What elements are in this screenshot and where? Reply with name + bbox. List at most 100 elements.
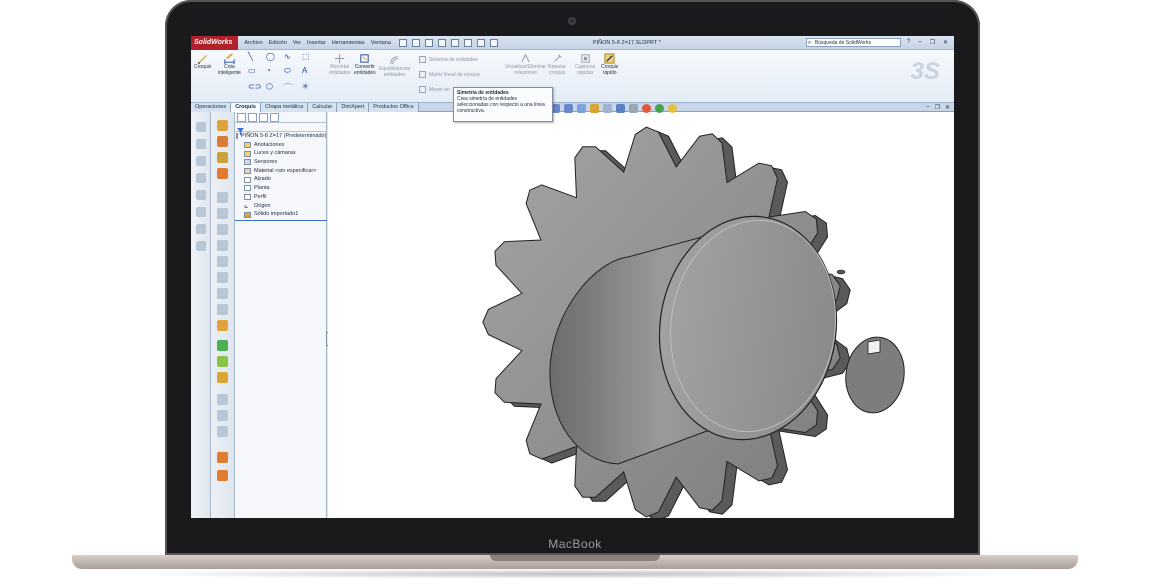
graphics-area[interactable] [328, 112, 954, 518]
options-icon[interactable] [489, 38, 498, 47]
restore-icon[interactable]: ❐ [930, 39, 935, 46]
move-entities-button[interactable]: Mover en [419, 86, 450, 93]
select-icon[interactable] [463, 38, 472, 47]
smart-dimension-button[interactable]: Cota inteligente [218, 53, 241, 76]
feature-manager-tab-icon[interactable] [237, 113, 246, 122]
coincident-icon[interactable] [196, 156, 206, 166]
split-icon[interactable] [217, 410, 228, 421]
wrap-icon[interactable] [217, 272, 228, 283]
revolve-icon[interactable] [217, 136, 228, 147]
menu-ventana[interactable]: Ventana [371, 40, 391, 46]
fillet-icon[interactable]: ⌒ [284, 82, 292, 93]
reference-geometry-icon[interactable] [217, 320, 228, 331]
instant3d-icon[interactable] [217, 356, 228, 367]
graphics-minimize-icon[interactable]: – [926, 104, 929, 111]
configuration-manager-tab-icon[interactable] [259, 113, 268, 122]
tab-chapa-metalica[interactable]: Chapa metálica [260, 103, 309, 112]
arc-icon[interactable]: ◔ [266, 66, 271, 75]
rollback-bar[interactable] [235, 219, 327, 221]
sweep-icon[interactable] [217, 152, 228, 163]
repair-sketch-button[interactable]: Reparar croquis [548, 53, 566, 76]
loft-icon[interactable] [217, 168, 228, 179]
shell-icon[interactable] [217, 224, 228, 235]
offset-entities-button[interactable]: Equidistanciar entidades [379, 55, 410, 78]
parallel-icon[interactable] [196, 190, 206, 200]
new-icon[interactable] [398, 38, 407, 47]
print-icon[interactable] [437, 38, 446, 47]
tree-item-origen[interactable]: ⊾ Origen [235, 202, 326, 211]
menu-insertar[interactable]: Insertar [307, 40, 326, 46]
tree-item-sensores[interactable]: Sensores [235, 158, 326, 167]
section-view-icon[interactable] [590, 104, 599, 113]
tree-filter[interactable] [235, 123, 326, 135]
undo-icon[interactable] [450, 38, 459, 47]
close-icon[interactable]: ✕ [943, 39, 948, 46]
vertical-icon[interactable] [196, 224, 206, 234]
tangent-icon[interactable] [196, 173, 206, 183]
search-input[interactable]: ⌕ Búsqueda de SolidWorks [805, 38, 901, 47]
spline-icon[interactable]: ∿ [284, 52, 291, 61]
tab-operaciones[interactable]: Operaciones [191, 103, 232, 112]
tab-productos-office[interactable]: Productos Office [369, 103, 419, 112]
pattern-icon[interactable] [217, 372, 228, 383]
view-settings-icon[interactable] [668, 104, 677, 113]
plane-icon[interactable]: ⬚ [302, 52, 310, 61]
view-orientation-icon[interactable] [603, 104, 612, 113]
tab-dimxpert[interactable]: DimXpert [337, 103, 370, 112]
dome-icon[interactable] [217, 288, 228, 299]
tab-calcular[interactable]: Calcular [308, 103, 338, 112]
tab-croquis[interactable]: Croquis [231, 103, 261, 112]
ellipse-icon[interactable]: ⬭ [284, 66, 291, 76]
rebuild-icon[interactable] [476, 38, 485, 47]
tree-item-anotaciones[interactable]: Anotaciones [235, 141, 326, 150]
point-icon[interactable]: ✳ [302, 82, 309, 91]
tree-item-solido-importado[interactable]: Sólido importado1 [235, 210, 326, 219]
minimize-icon[interactable]: – [918, 39, 921, 46]
menu-edicion[interactable]: Edición [269, 40, 287, 46]
rapid-sketch-button[interactable]: Croquis rápido [601, 53, 618, 76]
graphics-restore-icon[interactable]: ❐ [935, 104, 940, 111]
slot-icon[interactable]: ⊂⊃ [248, 82, 261, 91]
horizontal-icon[interactable] [196, 207, 206, 217]
curves-icon[interactable] [217, 340, 228, 351]
solidworks-logo[interactable]: SolidWorks [191, 36, 239, 50]
text-icon[interactable]: A [302, 66, 307, 75]
convert-entities-button[interactable]: Convertir entidades [354, 53, 376, 76]
mirror-entities-button[interactable]: Simetría de entidades [419, 56, 478, 63]
extrude-icon[interactable] [217, 120, 228, 131]
appearance-icon[interactable] [642, 104, 651, 113]
graphics-close-icon[interactable]: ✕ [945, 104, 950, 111]
rib-icon[interactable] [217, 240, 228, 251]
sprocket-model[interactable] [328, 112, 954, 518]
croquis-button[interactable]: Croquis [194, 53, 211, 71]
mirror-feature-icon[interactable] [217, 304, 228, 315]
chamfer-icon[interactable] [217, 208, 228, 219]
previous-view-icon[interactable] [577, 104, 586, 113]
help-icon[interactable]: ? [907, 39, 910, 46]
open-icon[interactable] [411, 38, 420, 47]
save-icon[interactable] [424, 38, 433, 47]
fix-icon[interactable] [196, 139, 206, 149]
scene-icon[interactable] [655, 104, 664, 113]
tree-item-luces[interactable]: Luces y cámaras [235, 149, 326, 158]
polygon-icon[interactable]: ⬡ [266, 82, 273, 91]
linear-pattern-button[interactable]: Matriz lineal de croquis [419, 71, 480, 78]
hide-show-icon[interactable] [629, 104, 638, 113]
rapid-snaps-button[interactable]: Capturas rápidas [575, 53, 595, 76]
menu-ver[interactable]: Ver [293, 40, 301, 46]
fillet-feature-icon[interactable] [217, 192, 228, 203]
line-icon[interactable]: ╲ [248, 52, 253, 61]
menu-herramientas[interactable]: Herramientas [332, 40, 365, 46]
hole-wizard-icon[interactable] [217, 394, 228, 405]
mold-tools-icon[interactable] [217, 470, 228, 481]
tree-item-perfil[interactable]: Perfil [235, 193, 326, 202]
rectangle-icon[interactable]: ▭ [248, 66, 256, 75]
tree-item-material[interactable]: Material <sin especificar> [235, 167, 326, 176]
display-style-icon[interactable] [616, 104, 625, 113]
draft-icon[interactable] [217, 256, 228, 267]
menu-archivo[interactable]: Archivo [244, 40, 262, 46]
circle-icon[interactable]: ◯ [266, 52, 275, 61]
tree-item-planta[interactable]: Planta [235, 184, 326, 193]
equal-icon[interactable] [196, 241, 206, 251]
zoom-area-icon[interactable] [564, 104, 573, 113]
